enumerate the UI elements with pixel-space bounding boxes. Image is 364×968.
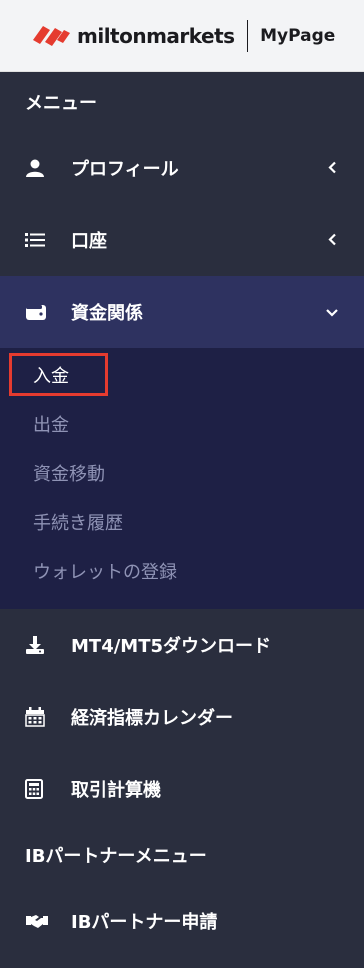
menu-item-label: 資金関係 — [71, 303, 143, 324]
menu-item-download[interactable]: MT4/MT5ダウンロード — [0, 609, 364, 681]
menu-item-label: 取引計算機 — [71, 780, 161, 801]
submenu-item-wallet-registration[interactable]: ウォレットの登録 — [0, 546, 364, 595]
brand-name[interactable]: miltonmarkets — [77, 24, 235, 48]
menu-item-label: 口座 — [71, 231, 107, 252]
submenu-item-withdraw[interactable]: 出金 — [0, 399, 364, 448]
handshake-icon — [25, 912, 51, 930]
chevron-down-icon — [326, 302, 338, 323]
menu-item-label: プロフィール — [71, 159, 179, 180]
submenu-item-label: ウォレットの登録 — [33, 561, 177, 583]
wallet-icon — [25, 303, 51, 321]
submenu-item-deposit[interactable]: 入金 — [0, 350, 364, 399]
user-icon — [25, 158, 51, 178]
menu-item-accounts[interactable]: 口座 — [0, 204, 364, 276]
download-icon — [25, 635, 51, 655]
brand-subtitle: MyPage — [260, 25, 336, 46]
submenu-item-transfer[interactable]: 資金移動 — [0, 448, 364, 497]
menu-item-funds[interactable]: 資金関係 — [0, 276, 364, 348]
calculator-icon — [25, 779, 51, 799]
submenu-item-history[interactable]: 手続き履歴 — [0, 497, 364, 546]
menu-item-ib-application[interactable]: IBパートナー申請 — [0, 885, 364, 957]
ib-section-title: IBパートナーメニュー — [0, 825, 364, 885]
menu-item-profile[interactable]: プロフィール — [0, 132, 364, 204]
menu-section-title: メニュー — [0, 72, 364, 132]
menu-item-label: IBパートナー申請 — [71, 912, 218, 933]
chevron-left-icon — [328, 230, 338, 251]
chevron-left-icon — [328, 158, 338, 179]
submenu-item-label: 資金移動 — [33, 463, 105, 485]
highlight-box — [9, 353, 108, 396]
submenu-item-label: 手続き履歴 — [33, 512, 123, 534]
menu-item-calculator[interactable]: 取引計算機 — [0, 753, 364, 825]
submenu-item-label: 出金 — [33, 414, 69, 436]
funds-submenu: 入金 出金 資金移動 手続き履歴 ウォレットの登録 — [0, 348, 364, 609]
menu-item-label: MT4/MT5ダウンロード — [71, 636, 272, 657]
calendar-icon — [25, 707, 51, 727]
milton-logo-icon[interactable] — [33, 24, 73, 48]
header: miltonmarkets MyPage — [0, 0, 364, 72]
logo-divider — [246, 19, 249, 52]
menu-item-label: 経済指標カレンダー — [71, 708, 233, 729]
list-icon — [25, 232, 51, 248]
menu-item-calendar[interactable]: 経済指標カレンダー — [0, 681, 364, 753]
